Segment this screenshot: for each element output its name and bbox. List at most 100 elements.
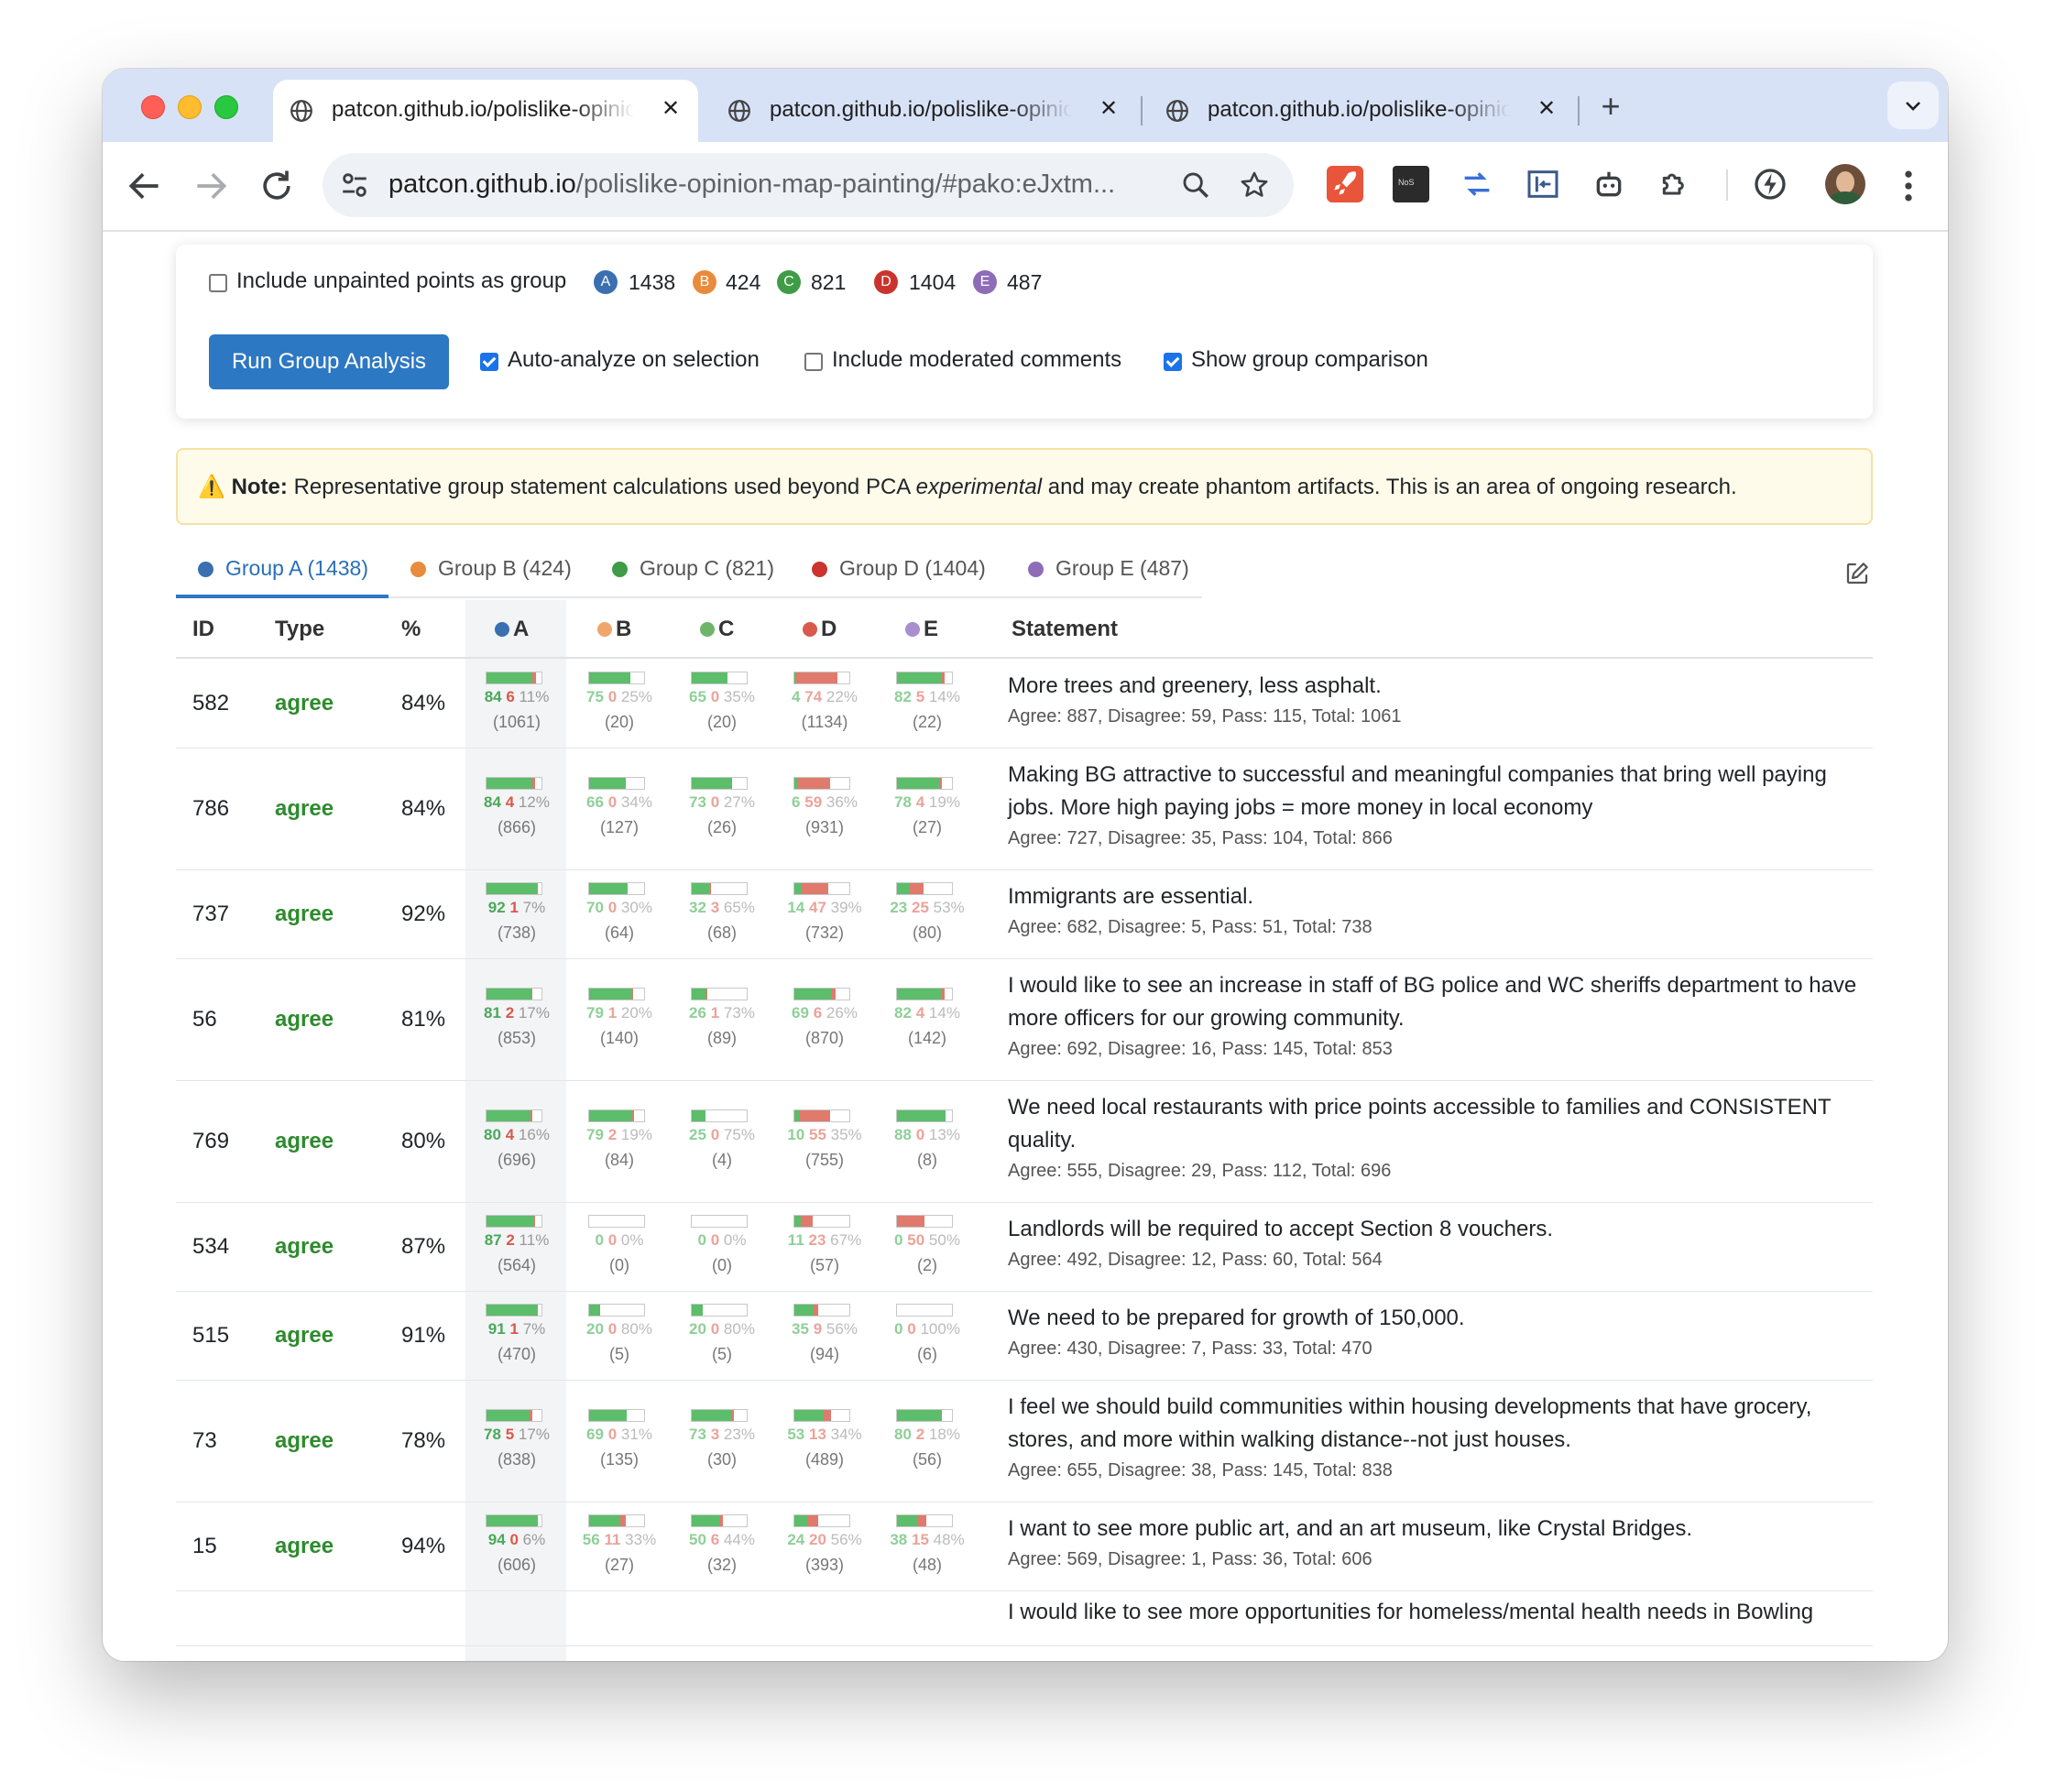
browser-tab-3[interactable]: patcon.github.io/polislike-opinion-map-p… xyxy=(1149,80,1574,142)
vote-bar xyxy=(896,1304,953,1317)
disagree-value: 74 xyxy=(804,688,823,705)
header-group-e[interactable]: E xyxy=(905,617,938,642)
run-group-analysis-button[interactable]: Run Group Analysis xyxy=(209,334,449,389)
disagree-value: 0 xyxy=(710,688,720,705)
agree-value: 84 xyxy=(484,793,501,811)
disagree-value: 0 xyxy=(710,1231,720,1249)
back-arrow-icon[interactable] xyxy=(125,166,165,206)
header-group-d[interactable]: D xyxy=(803,617,837,642)
note-italic: experimental xyxy=(915,475,1043,499)
close-window-button[interactable] xyxy=(141,95,165,119)
table-row[interactable]: 534 agree 87% 87 2 11% (564) 0 0 0% (0) 0 0 0% (… xyxy=(176,1202,1873,1292)
group-total: (89) xyxy=(706,1029,737,1047)
url-text[interactable]: patcon.github.io/polislike-opinion-map-p… xyxy=(388,169,1115,200)
pass-value: 67% xyxy=(830,1231,862,1249)
table-row[interactable]: 515 agree 91% 91 1 7% (470) 20 0 80% (5) 20 0 8… xyxy=(176,1291,1873,1381)
more-menu-icon[interactable] xyxy=(1895,166,1922,206)
address-bar[interactable]: patcon.github.io/polislike-opinion-map-p… xyxy=(323,153,1294,217)
group-c-vote-summary: 0 0 0% (0) xyxy=(676,1215,768,1274)
vote-bar xyxy=(793,1514,850,1527)
pass-value: 56% xyxy=(826,1320,858,1338)
include-unpainted-checkbox[interactable] xyxy=(209,274,227,292)
group-total: (1061) xyxy=(492,713,541,731)
header-id[interactable]: ID xyxy=(192,617,214,642)
disagree-fill xyxy=(537,883,538,894)
group-a-vote-summary: 92 1 7% (738) xyxy=(471,882,563,942)
minimize-window-button[interactable] xyxy=(178,95,202,119)
table-row[interactable]: 73 agree 78% 78 5 17% (838) 69 0 31% (135) 73 3… xyxy=(176,1380,1873,1502)
vote-numbers: 53 13 34% xyxy=(773,1426,876,1444)
browser-tab-2[interactable]: patcon.github.io/polislike-opinion-map-p… xyxy=(711,80,1136,142)
browser-window: patcon.github.io/polislike-opinion-map-p… xyxy=(103,69,1948,1661)
agree-fill xyxy=(794,1410,824,1421)
robot-extension-icon[interactable] xyxy=(1591,166,1627,202)
table-row[interactable]: 786 agree 84% 84 4 12% (866) 66 0 34% (127) 73 … xyxy=(176,748,1873,870)
vote-type: agree xyxy=(275,691,334,716)
group-d-vote-summary: 14 47 39% (732) xyxy=(779,882,870,942)
new-tab-button[interactable]: + xyxy=(1592,89,1629,126)
site-settings-icon[interactable] xyxy=(339,169,370,201)
table-row[interactable]: 737 agree 92% 92 1 7% (738) 70 0 30% (64) 32 3 … xyxy=(176,869,1873,959)
agree-fill xyxy=(487,989,531,1000)
table-row[interactable]: 769 agree 80% 80 4 16% (696) 79 2 19% (84) 25 0… xyxy=(176,1080,1873,1203)
tab-search-button[interactable] xyxy=(1887,82,1939,129)
header-type[interactable]: Type xyxy=(275,617,324,642)
dark-extension-icon[interactable]: NoS xyxy=(1393,166,1429,202)
reload-icon[interactable] xyxy=(257,166,297,206)
group-total: (20) xyxy=(604,713,634,731)
vote-numbers: 4 74 22% xyxy=(773,688,876,706)
pass-value: 65% xyxy=(723,899,755,916)
group-e-vote-summary: 38 15 48% (48) xyxy=(881,1514,973,1574)
edit-icon[interactable] xyxy=(1843,560,1871,587)
auto-analyze-checkbox[interactable] xyxy=(480,353,498,371)
performance-icon[interactable] xyxy=(1752,166,1788,202)
group-b-badge: B xyxy=(693,270,716,294)
disagree-fill xyxy=(796,672,837,683)
sidebar-extension-icon[interactable] xyxy=(1525,166,1561,202)
include-moderated-checkbox[interactable] xyxy=(804,353,823,371)
table-row[interactable]: 56 agree 81% 81 2 17% (853) 79 1 20% (140) 26 1… xyxy=(176,958,1873,1081)
maximize-window-button[interactable] xyxy=(214,95,238,119)
header-group-c[interactable]: C xyxy=(700,617,734,642)
statement-id: 515 xyxy=(192,1323,230,1348)
profile-avatar[interactable] xyxy=(1825,164,1865,204)
zoom-icon[interactable] xyxy=(1180,169,1211,201)
show-comparison-checkbox[interactable] xyxy=(1164,353,1182,371)
rocket-extension-icon[interactable] xyxy=(1327,166,1363,202)
agree-value: 53 xyxy=(787,1426,805,1443)
header-group-a[interactable]: A xyxy=(495,617,529,642)
forward-arrow-icon[interactable] xyxy=(191,166,231,206)
disagree-value: 1 xyxy=(509,1320,519,1338)
close-tab-icon[interactable]: ✕ xyxy=(658,96,683,122)
bookmark-star-icon[interactable] xyxy=(1239,169,1270,201)
active-tab-underline xyxy=(176,595,388,598)
header-statement[interactable]: Statement xyxy=(1012,617,1118,642)
agree-fill xyxy=(692,883,710,894)
vote-bar xyxy=(588,1215,645,1228)
sync-extension-icon[interactable] xyxy=(1459,166,1495,202)
disagree-value: 23 xyxy=(808,1231,826,1249)
puzzle-extensions-icon[interactable] xyxy=(1657,166,1693,202)
disagree-fill xyxy=(814,1305,819,1316)
group-total: (84) xyxy=(604,1151,634,1169)
header-group-b[interactable]: B xyxy=(597,617,631,642)
group-b-vote-summary: 0 0 0% (0) xyxy=(574,1215,665,1274)
disagree-value: 0 xyxy=(607,1426,618,1443)
pass-value: 56% xyxy=(830,1531,862,1548)
close-tab-icon[interactable]: ✕ xyxy=(1096,96,1121,122)
pass-value: 26% xyxy=(826,1004,858,1022)
header-percent[interactable]: % xyxy=(401,617,421,642)
browser-tab-1[interactable]: patcon.github.io/polislike-opinion-map-p… xyxy=(273,80,698,142)
table-row[interactable]: 15 agree 94% 94 0 6% (606) 56 11 33% (27) 50 6 … xyxy=(176,1502,1873,1591)
disagree-value: 25 xyxy=(911,899,929,916)
globe-icon xyxy=(728,100,750,122)
agree-fill xyxy=(487,1410,530,1421)
vote-numbers: 20 0 80% xyxy=(568,1320,671,1339)
agree-value: 10 xyxy=(787,1126,805,1143)
agree-value: 69 xyxy=(792,1004,809,1022)
close-tab-icon[interactable]: ✕ xyxy=(1534,96,1559,122)
table-row[interactable]: 582 agree 84% 84 6 11% (1061) 75 0 25% (20) 65 … xyxy=(176,659,1873,748)
disagree-fill xyxy=(719,1515,723,1526)
agree-value: 4 xyxy=(792,688,801,705)
table-row[interactable]: I would like to see more opportunities f… xyxy=(176,1590,1873,1646)
